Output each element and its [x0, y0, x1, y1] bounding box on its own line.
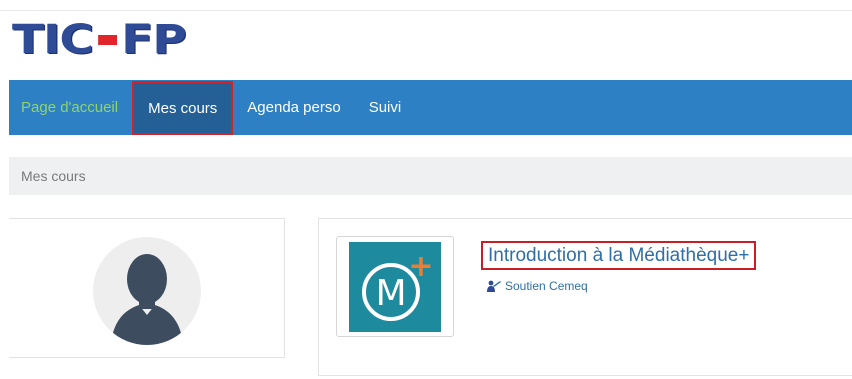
breadcrumb: Mes cours — [9, 157, 852, 195]
main-nav: Page d'accueil Mes cours Agenda perso Su… — [9, 80, 852, 135]
site-logo[interactable]: TIC FP — [12, 17, 187, 63]
logo-text: TIC FP — [12, 17, 187, 63]
nav-item-agenda[interactable]: Agenda perso — [233, 80, 354, 135]
course-title-highlight: Introduction à la Médiathèque+ — [481, 241, 757, 270]
nav-item-home[interactable]: Page d'accueil — [9, 80, 132, 135]
nav-item-mes-cours[interactable]: Mes cours — [132, 81, 234, 135]
breadcrumb-label: Mes cours — [21, 168, 86, 184]
course-card: M + Introduction à la Médiathèque+ Souti… — [318, 218, 852, 376]
mediatheque-logo-icon: M + — [349, 241, 441, 332]
profile-card — [9, 218, 285, 358]
thumb-plus: + — [408, 249, 433, 284]
course-thumbnail[interactable]: M + — [336, 236, 454, 337]
teacher-icon — [487, 280, 501, 292]
user-silhouette-icon — [111, 254, 183, 345]
nav-item-suivi[interactable]: Suivi — [355, 80, 416, 135]
course-teacher[interactable]: Soutien Cemeq — [487, 279, 588, 293]
teacher-name: Soutien Cemeq — [505, 279, 588, 293]
course-title-link[interactable]: Introduction à la Médiathèque+ — [488, 245, 749, 267]
thumb-letter: M — [375, 273, 406, 314]
avatar[interactable] — [93, 237, 201, 345]
logo-dash — [97, 35, 117, 45]
header-divider — [0, 10, 852, 11]
